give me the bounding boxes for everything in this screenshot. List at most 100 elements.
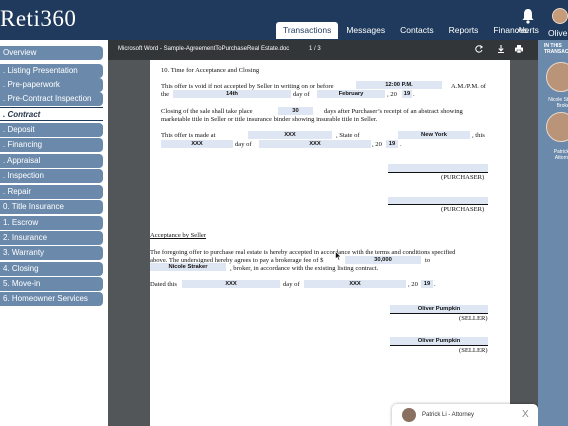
p3-twenty: , 20 (372, 141, 382, 148)
p1-period: . (413, 91, 415, 98)
step-pre-contract-inspection[interactable]: . Pre-Contract Inspection (0, 92, 103, 106)
dated-year-field[interactable]: 19 (421, 280, 433, 288)
user-avatar (552, 8, 568, 24)
top-bar: Reti360 Transactions Messages Contacts R… (0, 0, 568, 40)
acceptance-to: to (425, 257, 431, 264)
step-title-insurance[interactable]: 0. Title Insurance (0, 200, 103, 214)
seller-line-2 (390, 345, 488, 346)
purchaser-label-2: (PURCHASER) (441, 206, 485, 213)
seller-signature-1[interactable]: Oliver Pumpkin (390, 305, 488, 313)
user-label: Olive (548, 28, 568, 38)
step-warranty[interactable]: 3. Warranty (0, 246, 103, 260)
chat-popup[interactable]: Patrick Li - Attorney X (392, 404, 538, 426)
purchaser-line-2 (388, 204, 488, 205)
p3-text-a: This offer is made at (161, 132, 216, 139)
seller-line-1 (390, 313, 488, 314)
pdf-viewer: Microsoft Word - Sample-AgreementToPurch… (108, 40, 538, 426)
step-overview[interactable]: Overview (0, 46, 103, 60)
dated-period: . (434, 281, 436, 288)
person-name-broker: Nicole Straker Broker (548, 97, 568, 109)
offer-year-field[interactable]: 19 (386, 140, 398, 148)
mouse-cursor-icon (335, 251, 342, 261)
app-logo[interactable]: Reti360 (0, 6, 76, 32)
rotate-icon[interactable] (474, 44, 484, 54)
acceptance-heading: Acceptance by Seller (150, 232, 207, 239)
user-menu[interactable]: Olive (548, 8, 568, 38)
step-pre-paperwork[interactable]: . Pre-paperwork (0, 78, 103, 92)
p2-text-a: Closing of the sale shall take place (161, 108, 253, 115)
step-repair[interactable]: . Repair (0, 185, 103, 199)
p2-text-b: days after Purchaser’s receipt of an abs… (324, 108, 463, 115)
nav-tab-transactions[interactable]: Transactions (276, 22, 339, 39)
step-contract[interactable]: . Contract (0, 107, 103, 121)
acceptance-text-1: The foregoing offer to purchase real est… (150, 249, 456, 256)
acceptance-month-field[interactable]: February (317, 90, 385, 98)
p3-period: . (400, 141, 402, 148)
chat-avatar (402, 408, 416, 422)
p1-the: the (161, 91, 170, 98)
person-avatar-broker[interactable] (546, 62, 568, 92)
step-listing-presentation[interactable]: . Listing Presentation (0, 64, 103, 78)
step-financing[interactable]: . Financing (0, 138, 103, 152)
p3-state-label: , State of (336, 132, 360, 139)
print-icon[interactable] (514, 44, 524, 54)
nav-tab-contacts[interactable]: Contacts (393, 22, 441, 39)
step-closing[interactable]: 4. Closing (0, 262, 103, 276)
section-heading: 10. Time for Acceptance and Closing (161, 67, 260, 74)
dated-twenty: , 20 (408, 281, 418, 288)
main-nav: Transactions Messages Contacts Reports F… (276, 22, 536, 39)
dated-label: Dated this (150, 281, 177, 288)
brokerage-fee-field[interactable]: 30,000 (345, 256, 421, 264)
purchaser-line-1 (388, 172, 488, 173)
page-indicator: 1 / 3 (309, 46, 321, 52)
person-avatar-attorney[interactable] (546, 112, 568, 142)
download-icon[interactable] (496, 44, 506, 54)
step-move-in[interactable]: 5. Move-in (0, 277, 103, 291)
p2-text-c: marketable title in Seller or title insu… (161, 116, 378, 123)
acceptance-year-field[interactable]: 19 (402, 90, 412, 98)
chat-contact-name: Patrick Li - Attorney (422, 412, 475, 418)
p1-twenty: , 20 (387, 91, 397, 98)
dated-day-field[interactable]: XXX (182, 280, 280, 288)
p1-ampm: A.M./P.M. of (451, 83, 486, 90)
dated-dayof: day of (283, 281, 300, 288)
nav-tab-messages[interactable]: Messages (339, 22, 392, 39)
alerts-button[interactable]: Alerts (514, 8, 542, 35)
panel-title: IN THIS TRANSACTION (544, 43, 568, 55)
transaction-people-panel: IN THIS TRANSACTION Nicole Straker Broke… (538, 40, 568, 426)
dated-month-field[interactable]: XXX (304, 280, 406, 288)
viewer-toolbar: Microsoft Word - Sample-AgreementToPurch… (108, 40, 538, 60)
purchaser-label-1: (PURCHASER) (441, 174, 485, 181)
step-insurance[interactable]: 2. Insurance (0, 231, 103, 245)
steps-sidebar: Overview . Listing Presentation . Pre-pa… (0, 40, 108, 426)
seller-label-1: (SELLER) (459, 315, 488, 322)
person-name-attorney: Patrick Li Attorney (553, 149, 568, 161)
step-deposit[interactable]: . Deposit (0, 123, 103, 137)
nav-tab-reports[interactable]: Reports (442, 22, 486, 39)
document-title: Microsoft Word - Sample-AgreementToPurch… (118, 46, 290, 52)
offer-month-field[interactable]: XXX (259, 140, 371, 148)
p1-dayof: day of (293, 91, 310, 98)
alerts-label: Alerts (517, 25, 539, 35)
seller-label-2: (SELLER) (459, 347, 488, 354)
step-inspection[interactable]: . Inspection (0, 169, 103, 183)
p3-this: , this (472, 132, 485, 139)
step-appraisal[interactable]: . Appraisal (0, 154, 103, 168)
seller-signature-2[interactable]: Oliver Pumpkin (390, 337, 488, 345)
step-escrow[interactable]: 1. Escrow (0, 216, 103, 230)
broker-name-field[interactable]: Nicole Straker (150, 263, 226, 271)
acceptance-time-field[interactable]: 12:00 P.M. (356, 81, 442, 89)
purchaser-signature-1[interactable] (388, 164, 488, 172)
offer-day-field[interactable]: XXX (161, 140, 233, 148)
offer-city-field[interactable]: XXX (248, 131, 332, 139)
offer-state-field[interactable]: New York (398, 131, 470, 139)
document-page: 10. Time for Acceptance and Closing This… (150, 60, 510, 426)
chat-close-button[interactable]: X (522, 409, 529, 420)
p1-text: This offer is void if not accepted by Se… (161, 83, 334, 90)
step-homeowner-services[interactable]: 6. Homeowner Services (0, 292, 103, 306)
acceptance-day-field[interactable]: 14th (173, 90, 291, 98)
p3-dayof: day of (235, 141, 252, 148)
bell-icon (522, 9, 534, 24)
closing-days-field[interactable]: 30 (278, 107, 313, 115)
acceptance-text-3: , broker, in accordance with the existin… (230, 265, 379, 272)
